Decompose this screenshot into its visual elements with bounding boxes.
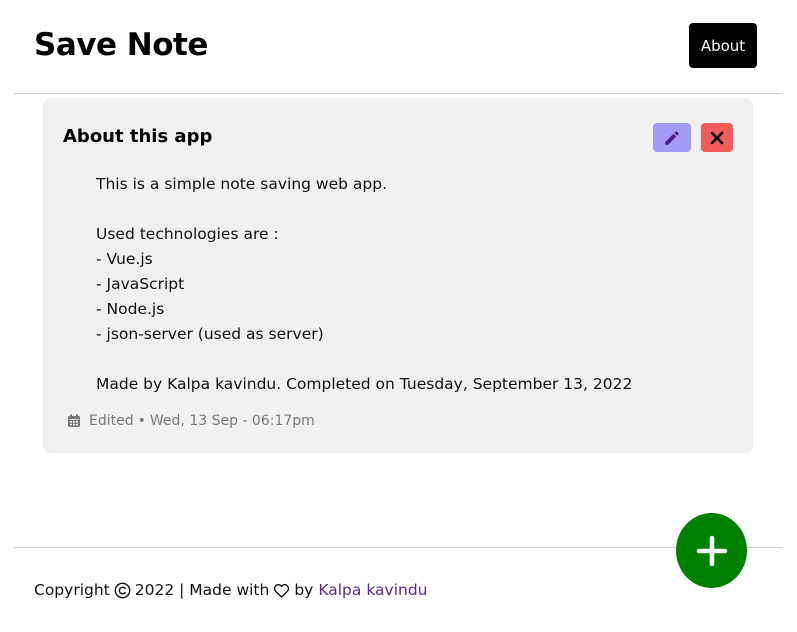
- author-link[interactable]: Kalpa kavindu: [318, 581, 427, 599]
- app-title: Save Note: [34, 27, 208, 63]
- note-body-line: [96, 197, 726, 222]
- note-body-line: - json-server (used as server): [96, 325, 324, 343]
- note-timestamp: Wed, 13 Sep - 06:17pm: [149, 413, 315, 429]
- note-body-line: - Vue.js: [96, 250, 153, 268]
- footer-divider: [14, 547, 782, 548]
- app-header: Save Note About: [14, 0, 782, 94]
- note-body: This is a simple note saving web app. Us…: [96, 172, 726, 397]
- note-body-line: Made by Kalpa kavindu. Completed on Tues…: [96, 375, 633, 393]
- note-body-line: - JavaScript: [96, 275, 185, 293]
- edit-note-button[interactable]: [653, 123, 691, 152]
- copyright-year: 2022 | Made with: [134, 581, 270, 599]
- plus-icon: [695, 534, 729, 568]
- note-card: About this app This is a simple note sav…: [43, 98, 753, 453]
- about-button[interactable]: About: [689, 23, 757, 68]
- note-body-line: [96, 347, 726, 372]
- copyright-label: Copyright: [34, 581, 110, 599]
- note-body-line: Used technologies are :: [96, 225, 279, 243]
- close-icon: [710, 131, 724, 145]
- meta-separator: •: [137, 413, 146, 429]
- pencil-icon: [663, 129, 681, 147]
- note-status: Edited: [89, 413, 134, 429]
- heart-icon: [273, 583, 290, 598]
- note-edited-meta: Edited • Wed, 13 Sep - 06:17pm: [67, 410, 315, 432]
- copyright-icon: [114, 582, 131, 599]
- note-title: About this app: [63, 126, 213, 147]
- add-note-button[interactable]: [676, 513, 747, 588]
- page-footer: Copyright 2022 | Made with by Kalpa kavi…: [34, 578, 428, 602]
- note-body-line: - Node.js: [96, 300, 165, 318]
- made-by-label: by: [294, 581, 314, 599]
- delete-note-button[interactable]: [701, 123, 733, 152]
- note-body-line: This is a simple note saving web app.: [96, 175, 387, 193]
- calendar-icon: [67, 414, 81, 428]
